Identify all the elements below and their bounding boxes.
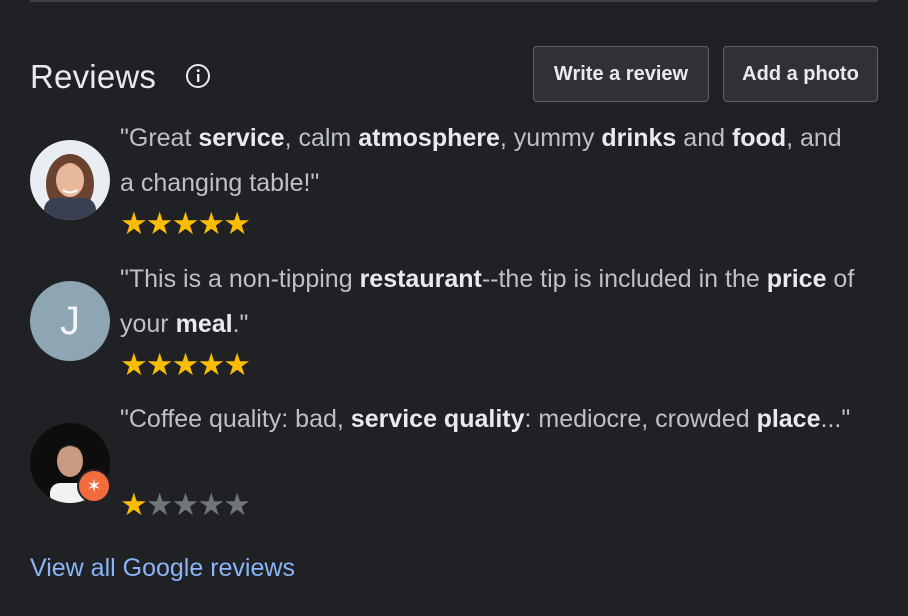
info-icon[interactable] <box>184 62 212 90</box>
review-text[interactable]: "This is a non-tipping restaurant--the t… <box>120 257 860 347</box>
avatar[interactable]: ✶ <box>30 423 112 505</box>
review-text[interactable]: "Coffee quality: bad, service quality: m… <box>120 397 860 442</box>
write-review-button[interactable]: Write a review <box>533 46 709 102</box>
star-filled-icon: ★ <box>223 206 251 241</box>
star-rating: ★★★★★ <box>120 347 251 382</box>
avatar[interactable] <box>30 140 110 220</box>
view-all-reviews-link[interactable]: View all Google reviews <box>30 554 295 583</box>
star-filled-icon: ★ <box>120 347 148 382</box>
reviews-panel: Reviews Write a review Add a photo "Grea… <box>0 0 908 616</box>
star-filled-icon: ★ <box>171 347 200 382</box>
star-filled-icon: ★ <box>120 487 148 522</box>
star-filled-icon: ★ <box>145 206 174 241</box>
star-empty-icon: ★ <box>197 487 225 522</box>
section-title: Reviews <box>30 58 157 95</box>
star-filled-icon: ★ <box>171 206 200 241</box>
star-rating: ★★★★★ <box>120 206 251 241</box>
local-guide-badge-icon: ✶ <box>77 469 111 503</box>
star-filled-icon: ★ <box>145 347 174 382</box>
star-filled-icon: ★ <box>120 206 148 241</box>
star-empty-icon: ★ <box>223 487 251 522</box>
review-text[interactable]: "Great service, calm atmosphere, yummy d… <box>120 116 860 206</box>
star-filled-icon: ★ <box>197 347 225 382</box>
star-filled-icon: ★ <box>197 206 225 241</box>
star-rating: ★★★★★ <box>120 487 251 522</box>
reviews-header: Reviews Write a review Add a photo <box>30 46 878 104</box>
star-empty-icon: ★ <box>145 487 174 522</box>
add-photo-button[interactable]: Add a photo <box>723 46 878 102</box>
divider <box>30 0 878 2</box>
star-empty-icon: ★ <box>171 487 200 522</box>
star-filled-icon: ★ <box>223 347 251 382</box>
avatar[interactable]: J <box>30 281 110 361</box>
